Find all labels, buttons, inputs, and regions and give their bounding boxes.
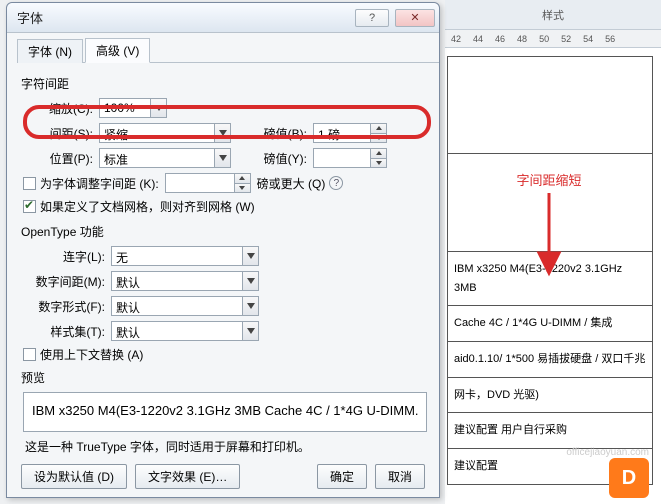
table-cell[interactable] xyxy=(447,56,653,154)
ruler-tick: 56 xyxy=(605,34,615,44)
context-label: 使用上下文替换 (A) xyxy=(40,346,143,363)
points-value: 1 磅 xyxy=(314,124,370,142)
kerning-checkbox[interactable] xyxy=(23,177,36,190)
ribbon-group-label: 样式 xyxy=(445,0,661,30)
styleset-dropdown[interactable]: 默认 xyxy=(111,321,259,341)
section-char-spacing: 字符间距 xyxy=(21,75,427,92)
watermark-text: officejiaoyuan.com xyxy=(566,447,649,458)
site-logo-icon: D xyxy=(609,458,649,498)
table-cell[interactable]: Cache 4C / 1*4G U-DIMM / 集成 xyxy=(447,306,653,342)
styleset-label: 样式集(T): xyxy=(23,323,105,340)
scale-label: 缩放(C): xyxy=(23,100,93,117)
snap-grid-label: 如果定义了文档网格，则对齐到网格 (W) xyxy=(40,198,255,215)
numforms-dropdown[interactable]: 默认 xyxy=(111,296,259,316)
close-button[interactable]: ✕ xyxy=(395,9,435,27)
tab-row: 字体 (N) 高级 (V) xyxy=(17,39,439,63)
ruler-tick: 46 xyxy=(495,34,505,44)
position-value: 标准 xyxy=(100,149,214,167)
section-opentype: OpenType 功能 xyxy=(21,223,427,240)
position-points-spinner[interactable] xyxy=(313,148,387,168)
position-dropdown[interactable]: 标准 xyxy=(99,148,231,168)
font-dialog: 字体 ? ✕ 字体 (N) 高级 (V) 字符间距 缩放(C): 100% 间距… xyxy=(6,2,440,498)
chevron-down-icon xyxy=(242,322,258,340)
kerning-spinner[interactable] xyxy=(165,173,251,193)
chevron-down-icon xyxy=(214,149,230,167)
spacing-dropdown[interactable]: 紧缩 xyxy=(99,123,231,143)
table-cell[interactable]: 网卡，DVD 光驱) xyxy=(447,378,653,414)
spin-down-icon[interactable] xyxy=(371,158,386,168)
ruler-tick: 44 xyxy=(473,34,483,44)
help-icon[interactable]: ? xyxy=(329,176,343,190)
ruler-tick: 52 xyxy=(561,34,571,44)
spin-down-icon[interactable] xyxy=(371,133,386,143)
numspacing-dropdown[interactable]: 默认 xyxy=(111,271,259,291)
question-icon: ? xyxy=(369,12,375,24)
annotation-text: 字间距缩短 xyxy=(516,173,581,188)
table-cell[interactable]: aid0.1.10/ 1*500 易插拔硬盘 / 双口千兆 xyxy=(447,342,653,378)
dialog-title: 字体 xyxy=(17,8,355,27)
ligatures-value: 无 xyxy=(112,247,242,265)
position-points-label: 磅值(Y): xyxy=(247,150,307,167)
ok-button[interactable]: 确定 xyxy=(317,464,367,489)
help-button[interactable]: ? xyxy=(355,9,389,27)
ligatures-label: 连字(L): xyxy=(23,248,105,265)
ruler-tick: 50 xyxy=(539,34,549,44)
chevron-down-icon xyxy=(242,272,258,290)
chevron-down-icon xyxy=(214,124,230,142)
cancel-button[interactable]: 取消 xyxy=(375,464,425,489)
numforms-label: 数字形式(F): xyxy=(23,298,105,315)
defaults-button[interactable]: 设为默认值 (D) xyxy=(21,464,127,489)
position-label: 位置(P): xyxy=(23,150,93,167)
spin-up-icon[interactable] xyxy=(235,174,250,183)
arrow-down-icon xyxy=(534,193,564,286)
points-label: 磅值(B): xyxy=(247,125,307,142)
spin-up-icon[interactable] xyxy=(371,149,386,158)
points-spinner[interactable]: 1 磅 xyxy=(313,123,387,143)
kerning-value xyxy=(166,174,234,192)
kerning-label: 为字体调整字间距 (K): xyxy=(40,175,159,192)
preview-box: IBM x3250 M4(E3-1220v2 3.1GHz 3MB Cache … xyxy=(23,392,427,432)
numforms-value: 默认 xyxy=(112,297,242,315)
chevron-down-icon xyxy=(242,247,258,265)
spacing-label: 间距(S): xyxy=(23,125,93,142)
ruler-tick: 54 xyxy=(583,34,593,44)
close-icon: ✕ xyxy=(410,11,419,24)
chevron-down-icon xyxy=(150,99,166,117)
dialog-button-row: 设为默认值 (D) 文字效果 (E)… 确定 取消 xyxy=(7,464,439,489)
tab-advanced[interactable]: 高级 (V) xyxy=(85,38,150,63)
spin-up-icon[interactable] xyxy=(371,124,386,133)
annotation-label: 字间距缩短 xyxy=(464,170,634,286)
kerning-unit: 磅或更大 (Q) xyxy=(257,175,326,192)
scale-value: 100% xyxy=(100,99,150,117)
table-cell[interactable]: 建议配置 用户自行采购 xyxy=(447,413,653,449)
scale-dropdown[interactable]: 100% xyxy=(99,98,167,118)
preview-note: 这是一种 TrueType 字体，同时适用于屏幕和打印机。 xyxy=(25,438,425,455)
tab-label: 字体 (N) xyxy=(28,45,72,59)
styleset-value: 默认 xyxy=(112,322,242,340)
text-effects-button[interactable]: 文字效果 (E)… xyxy=(135,464,240,489)
position-points-value xyxy=(314,149,370,167)
tab-font[interactable]: 字体 (N) xyxy=(17,39,83,63)
numspacing-value: 默认 xyxy=(112,272,242,290)
spin-down-icon[interactable] xyxy=(235,183,250,193)
section-preview: 预览 xyxy=(21,369,427,386)
tab-label: 高级 (V) xyxy=(96,44,139,58)
snap-grid-checkbox[interactable] xyxy=(23,200,36,213)
ruler-tick: 48 xyxy=(517,34,527,44)
ruler-tick: 42 xyxy=(451,34,461,44)
ligatures-dropdown[interactable]: 无 xyxy=(111,246,259,266)
context-checkbox[interactable] xyxy=(23,348,36,361)
dialog-titlebar[interactable]: 字体 ? ✕ xyxy=(7,3,439,33)
numspacing-label: 数字间距(M): xyxy=(23,273,105,290)
spacing-value: 紧缩 xyxy=(100,124,214,142)
horizontal-ruler: 42 44 46 48 50 52 54 56 xyxy=(445,30,661,48)
chevron-down-icon xyxy=(242,297,258,315)
